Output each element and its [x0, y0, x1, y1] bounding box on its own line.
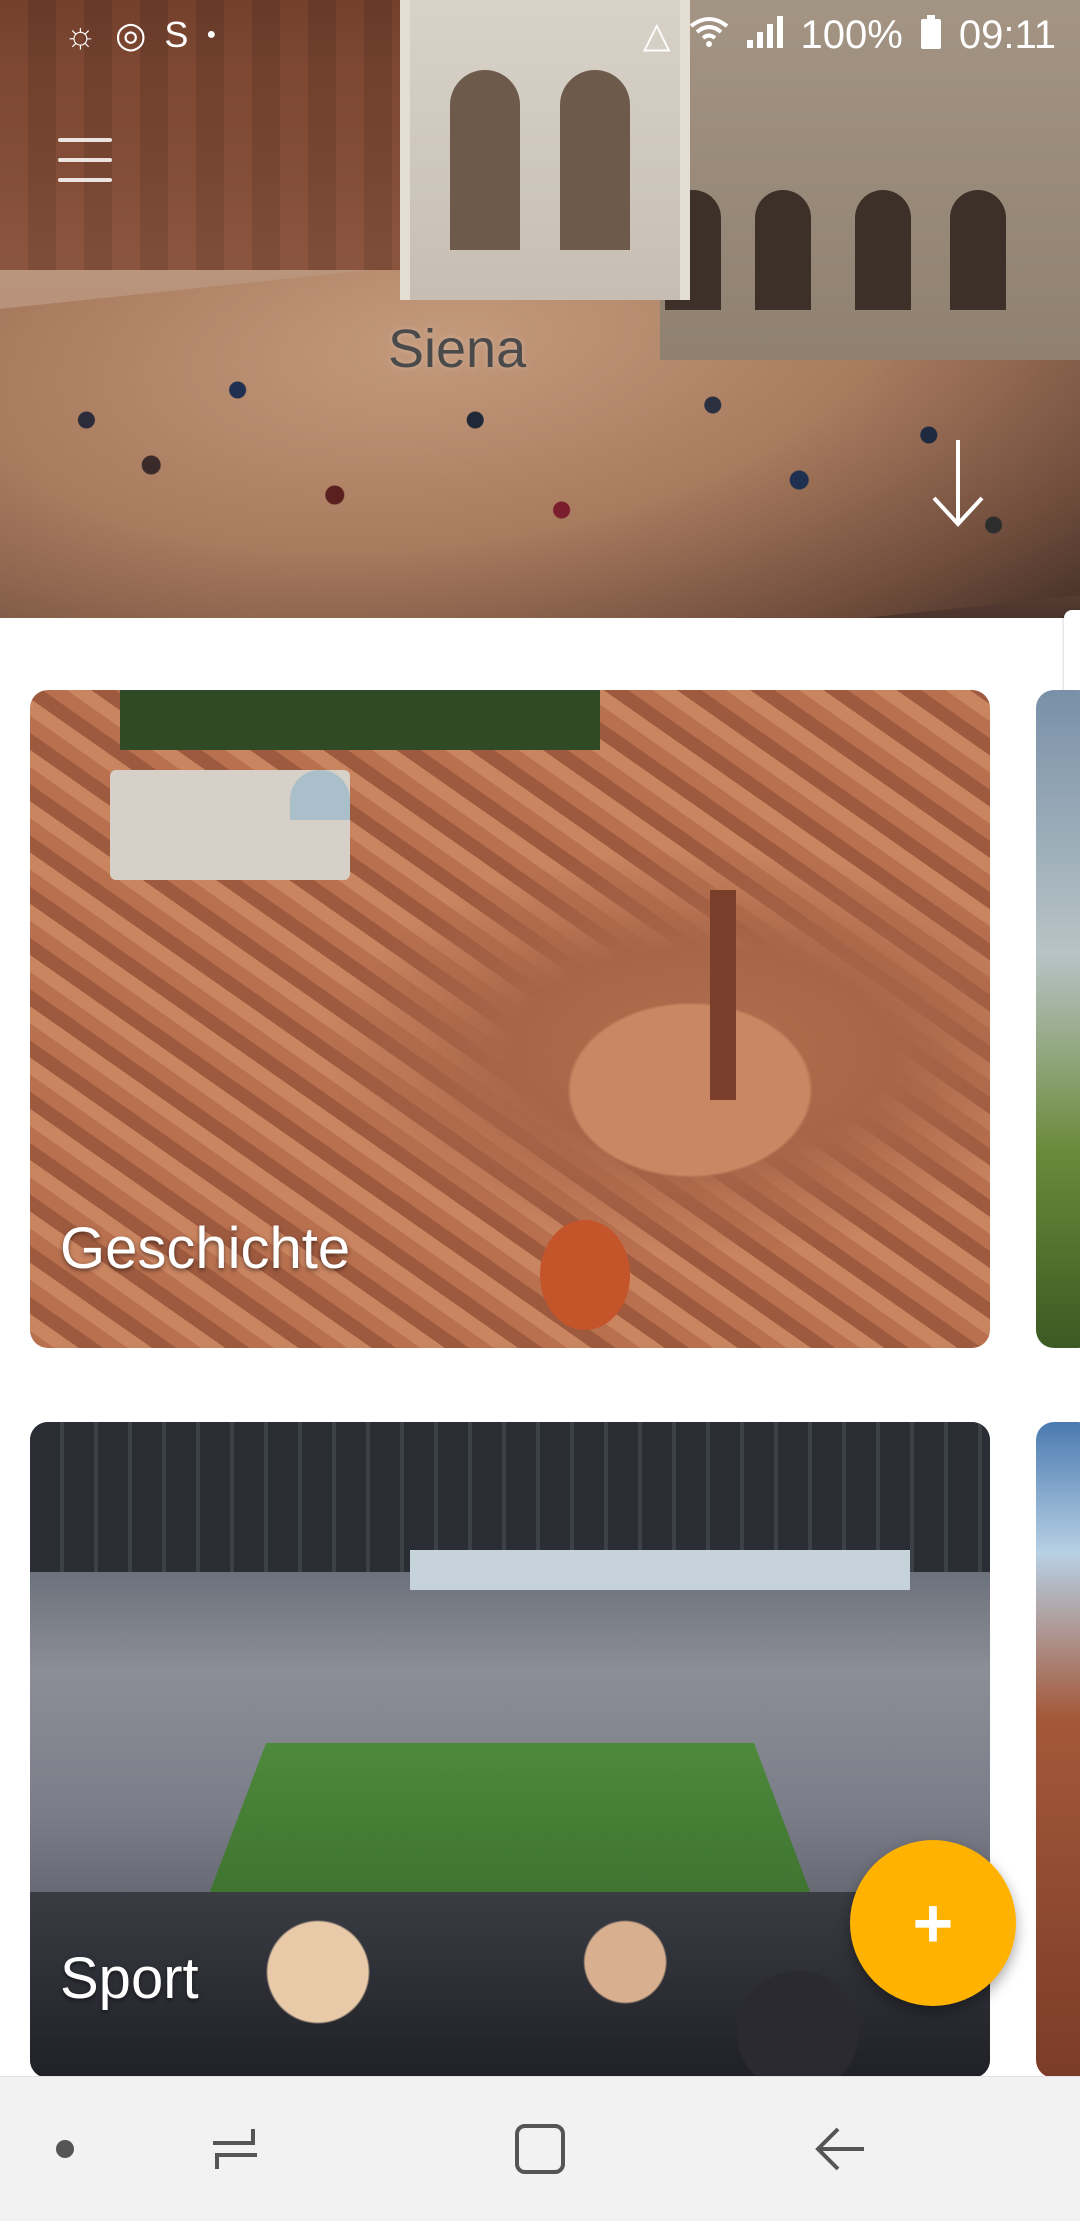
wifi-icon — [689, 16, 729, 54]
home-icon[interactable] — [500, 2077, 580, 2221]
battery-icon — [920, 15, 941, 55]
status-bar: ☼ ◎ S ● △ 100% 09:11 — [0, 0, 1080, 70]
arrow-down-icon[interactable] — [928, 440, 988, 530]
battery-percent: 100% — [800, 12, 903, 57]
weather-icon: ☼ — [64, 14, 97, 55]
card-label: Geschichte — [60, 1216, 351, 1281]
sync-icon: ◎ — [115, 14, 147, 55]
add-button[interactable]: + — [850, 1840, 1016, 2006]
nav-dot-icon[interactable] — [30, 2077, 100, 2221]
category-card-peek[interactable] — [1036, 1422, 1080, 2078]
recent-apps-icon[interactable] — [200, 2077, 270, 2221]
card-label: Sport — [60, 1946, 199, 2011]
navigation-bar — [0, 2076, 1080, 2221]
hero-banner: ☼ ◎ S ● △ 100% 09:11 Siena — [0, 0, 1080, 618]
page-title: Siena — [388, 319, 527, 379]
s-app-icon: S — [164, 14, 189, 55]
hero-crowd — [0, 300, 1080, 600]
category-card-peek[interactable] — [1036, 690, 1080, 1348]
category-card-sport[interactable]: Sport — [30, 1422, 990, 2078]
signal-icon — [746, 16, 783, 54]
recycle-icon: △ — [642, 14, 671, 55]
clock: 09:11 — [958, 12, 1056, 57]
menu-icon[interactable] — [58, 138, 112, 182]
dot-icon: ● — [206, 26, 217, 43]
category-card-geschichte[interactable]: Geschichte — [30, 690, 990, 1348]
back-icon[interactable] — [800, 2077, 880, 2221]
